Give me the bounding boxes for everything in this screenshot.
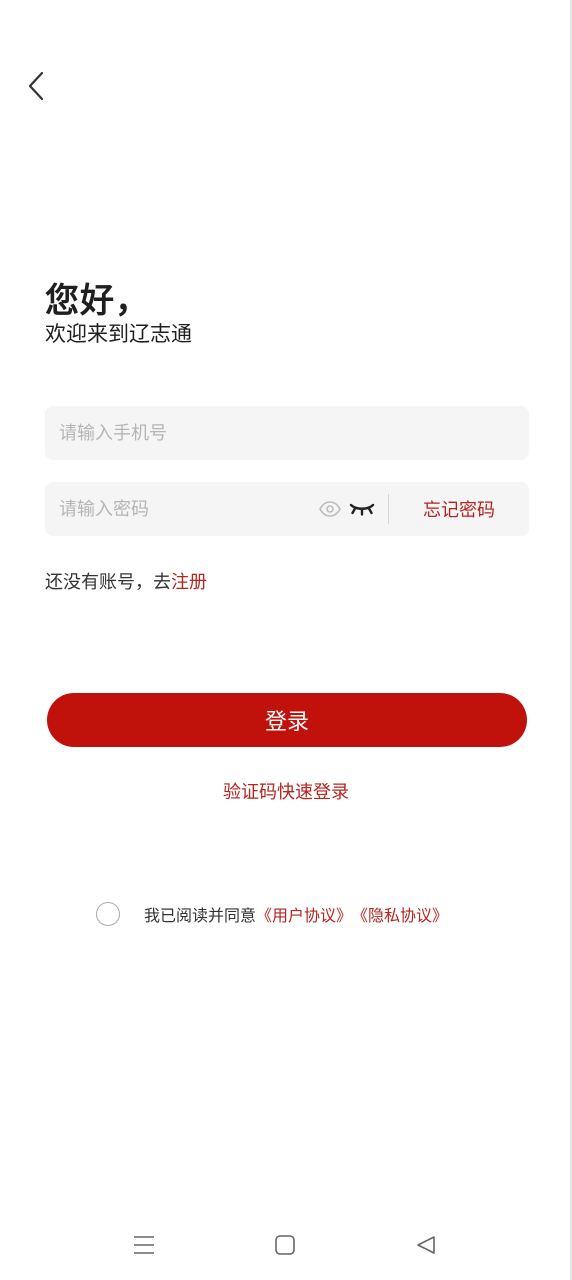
register-link[interactable]: 注册 xyxy=(171,572,207,593)
user-agreement-link[interactable]: 《用户协议》 xyxy=(256,902,352,926)
login-button[interactable]: 登录 xyxy=(47,693,527,747)
register-prompt-text: 还没有账号，去 xyxy=(45,572,171,593)
eye-icon[interactable] xyxy=(318,497,342,521)
privacy-agreement-link[interactable]: 《隐私协议》 xyxy=(352,902,448,926)
forgot-password-link[interactable]: 忘记密码 xyxy=(389,496,529,522)
register-prompt: 还没有账号，去注册 xyxy=(45,568,207,594)
password-input[interactable] xyxy=(45,482,318,536)
home-square-icon xyxy=(275,1235,295,1255)
nav-home-button[interactable] xyxy=(265,1222,305,1268)
eye-closed-icon[interactable] xyxy=(348,497,376,521)
nav-back-button[interactable] xyxy=(406,1222,446,1268)
agreement-checkbox[interactable] xyxy=(96,902,120,926)
agreement-text: 我已阅读并同意 xyxy=(144,906,257,925)
agreement-row: 我已阅读并同意 《用户协议》 《隐私协议》 xyxy=(96,901,448,927)
phone-input[interactable] xyxy=(45,406,529,460)
greeting-title: 您好， xyxy=(45,281,150,321)
back-triangle-icon xyxy=(417,1236,435,1254)
system-nav-bar xyxy=(0,1222,572,1268)
menu-icon xyxy=(134,1236,154,1254)
chevron-left-icon xyxy=(28,71,44,101)
password-field-container: 忘记密码 xyxy=(45,482,529,536)
sms-login-link[interactable]: 验证码快速登录 xyxy=(0,778,572,804)
nav-menu-button[interactable] xyxy=(124,1222,164,1268)
phone-field-container xyxy=(45,406,529,460)
welcome-subtitle: 欢迎来到辽志通 xyxy=(45,322,192,346)
back-button[interactable] xyxy=(18,66,54,106)
